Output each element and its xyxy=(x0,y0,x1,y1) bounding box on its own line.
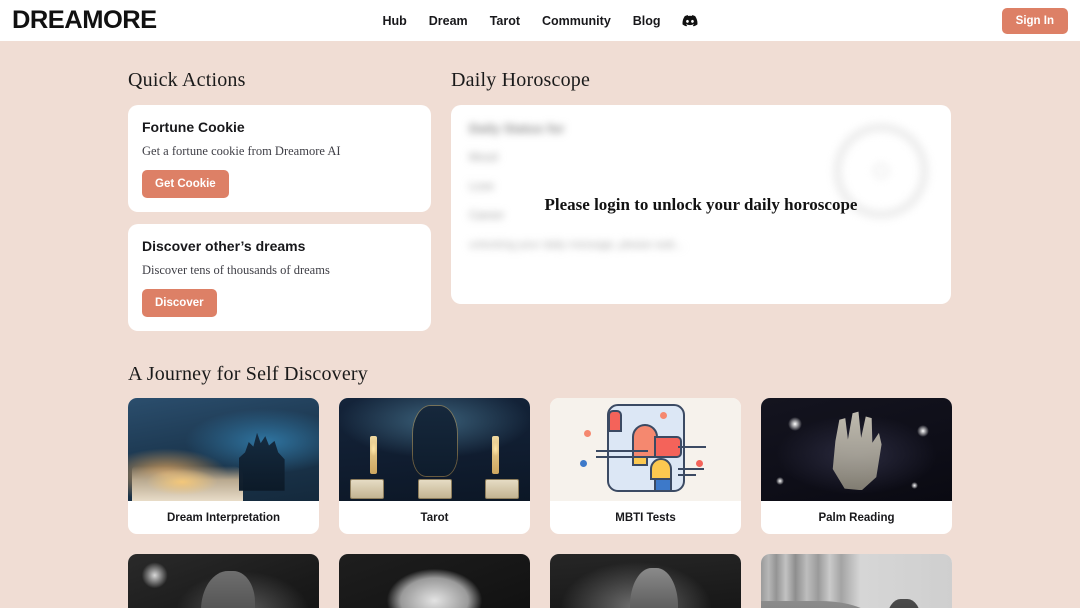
row2-thumbnail-2 xyxy=(339,554,530,608)
tarot-thumbnail xyxy=(339,398,530,501)
tile-row2-4[interactable] xyxy=(761,554,952,608)
daily-horoscope-card[interactable]: Daily Status for Mood Love Career unlock… xyxy=(451,105,951,304)
palm-star-1 xyxy=(787,416,802,431)
row2-figure-3 xyxy=(630,567,679,608)
tile-dream-interpretation[interactable]: Dream Interpretation xyxy=(128,398,319,534)
nav-item-hub[interactable]: Hub xyxy=(382,14,406,28)
discover-dreams-card: Discover other’s dreams Discover tens of… xyxy=(128,224,431,331)
mbti-dot-orange-left xyxy=(584,430,591,437)
discover-dreams-description: Discover tens of thousands of dreams xyxy=(142,263,330,277)
mbti-thumbnail xyxy=(550,398,741,501)
tarot-flame-left xyxy=(369,441,377,456)
fortune-cookie-card: Fortune Cookie Get a fortune cookie from… xyxy=(128,105,431,212)
mbti-line-4 xyxy=(678,468,704,470)
discover-dreams-title: Discover other’s dreams xyxy=(142,238,306,254)
tile-palm-reading[interactable]: Palm Reading xyxy=(761,398,952,534)
tile-tarot[interactable]: Tarot xyxy=(339,398,530,534)
tile-label-palm-reading: Palm Reading xyxy=(818,511,895,524)
mbti-dot-red-right xyxy=(696,460,703,467)
mbti-line-5 xyxy=(678,474,696,476)
tile-label-dream-interpretation: Dream Interpretation xyxy=(166,511,281,524)
journey-grid: Dream Interpretation Tarot MBTI Tests Pa… xyxy=(128,398,952,534)
tarot-cat-shape xyxy=(412,406,457,477)
mbti-shape-blue-block xyxy=(654,478,672,492)
journey-grid-row-2 xyxy=(128,554,952,608)
get-cookie-button[interactable]: Get Cookie xyxy=(142,170,229,198)
tile-row2-3[interactable] xyxy=(550,554,741,608)
journey-heading-wrap: A Journey for Self Discovery xyxy=(128,363,952,386)
row2-thumbnail-3 xyxy=(550,554,741,608)
nav-item-tarot[interactable]: Tarot xyxy=(490,14,520,28)
main-nav: Hub Dream Tarot Community Blog xyxy=(382,0,698,41)
tarot-card-right xyxy=(484,478,519,499)
tile-row2-1[interactable] xyxy=(128,554,319,608)
palm-reading-thumbnail xyxy=(761,398,952,501)
row2-person-shape xyxy=(887,599,922,608)
mbti-dot-orange-top xyxy=(660,412,667,419)
quick-actions-heading-wrap: Quick Actions xyxy=(128,69,431,93)
nav-item-dream[interactable]: Dream xyxy=(429,14,468,28)
fortune-cookie-description: Get a fortune cookie from Dreamore AI xyxy=(142,144,341,158)
top-section: Quick Actions Fortune Cookie Get a fortu… xyxy=(128,41,952,343)
tile-label-tarot: Tarot xyxy=(420,511,449,524)
horoscope-column: Daily Horoscope Daily Status for Mood Lo… xyxy=(451,69,951,343)
sign-in-button[interactable]: Sign In xyxy=(1001,7,1068,34)
row2-sofa-shape xyxy=(761,600,880,608)
palm-star-4 xyxy=(910,481,918,489)
page-content: Quick Actions Fortune Cookie Get a fortu… xyxy=(0,41,1080,608)
discord-icon[interactable] xyxy=(682,14,698,27)
site-header: DREAMORE Hub Dream Tarot Community Blog … xyxy=(0,0,1080,41)
mbti-line-1 xyxy=(596,450,648,452)
fortune-cookie-title: Fortune Cookie xyxy=(142,119,245,135)
nav-item-blog[interactable]: Blog xyxy=(633,14,661,28)
mbti-shape-arch-yellow xyxy=(650,458,672,480)
mbti-shape-red-bar xyxy=(608,410,622,432)
horoscope-login-message: Please login to unlock your daily horosc… xyxy=(544,194,858,214)
palm-star-2 xyxy=(917,424,930,437)
tile-row2-2[interactable] xyxy=(339,554,530,608)
mbti-line-2 xyxy=(596,456,640,458)
tarot-card-center xyxy=(417,478,452,499)
mbti-dot-blue xyxy=(580,460,587,467)
discover-button[interactable]: Discover xyxy=(142,289,217,317)
row2-thumbnail-4 xyxy=(761,554,952,608)
quick-actions-heading: Quick Actions xyxy=(128,69,246,91)
horoscope-heading: Daily Horoscope xyxy=(451,69,591,91)
dream-glow-shape xyxy=(147,468,218,495)
dream-interpretation-thumbnail xyxy=(128,398,319,501)
journey-heading: A Journey for Self Discovery xyxy=(128,363,368,385)
row2-thumbnail-1 xyxy=(128,554,319,608)
tile-label-mbti-tests: MBTI Tests xyxy=(615,511,676,524)
quick-actions-column: Quick Actions Fortune Cookie Get a fortu… xyxy=(128,69,431,343)
horoscope-heading-wrap: Daily Horoscope xyxy=(451,69,951,93)
nav-item-community[interactable]: Community xyxy=(542,14,611,28)
horoscope-lock-overlay: Please login to unlock your daily horosc… xyxy=(451,105,951,304)
row2-figure-1 xyxy=(200,571,255,608)
tile-mbti-tests[interactable]: MBTI Tests xyxy=(550,398,741,534)
logo[interactable]: DREAMORE xyxy=(12,6,157,35)
mbti-line-3 xyxy=(678,446,706,448)
palm-star-3 xyxy=(776,476,785,485)
tarot-card-left xyxy=(350,478,385,499)
palm-hand-shape xyxy=(832,411,882,491)
